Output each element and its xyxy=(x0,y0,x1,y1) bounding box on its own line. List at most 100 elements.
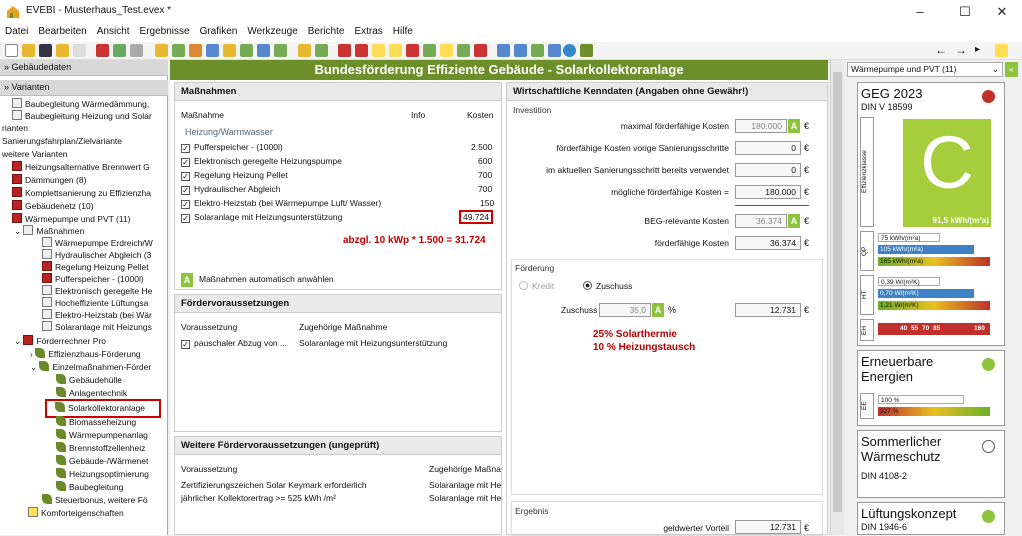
chevron-right-icon[interactable]: ▸ xyxy=(975,44,988,57)
minimize-button[interactable]: – xyxy=(900,2,940,22)
pipe-icon[interactable] xyxy=(274,44,287,57)
menu-datei[interactable]: Datei xyxy=(0,24,33,39)
new-file-icon[interactable] xyxy=(5,44,18,57)
menu-ergebnisse[interactable]: Ergebnisse xyxy=(135,24,195,39)
plus-icon[interactable] xyxy=(423,44,436,57)
tree-item-brennstoffzelle[interactable]: Brennstoffzellenheiz xyxy=(56,442,145,454)
verwendet-field[interactable]: 0 xyxy=(735,163,801,177)
menu-berichte[interactable]: Berichte xyxy=(303,24,350,39)
massnahme-row[interactable]: ✓ Elektronisch geregelte Heizungspumpe xyxy=(181,156,342,167)
window-icon[interactable] xyxy=(206,44,219,57)
tree-item-steuerbonus[interactable]: Steuerbonus, weitere Fö xyxy=(42,494,148,506)
print-icon[interactable] xyxy=(514,44,527,57)
auto-select-label[interactable]: Maßnahmen automatisch anwählen xyxy=(199,274,334,284)
menu-ansicht[interactable]: Ansicht xyxy=(92,24,135,39)
collapse-icon[interactable]: « xyxy=(1005,62,1018,77)
tree-item-biomasse[interactable]: Biomasseheizung xyxy=(56,416,136,428)
arrow-forward-icon[interactable]: → xyxy=(955,44,968,57)
lamp-icon[interactable] xyxy=(372,44,385,57)
save-icon[interactable] xyxy=(39,44,52,57)
open-folder-icon[interactable] xyxy=(22,44,35,57)
massnahme-row[interactable]: ✓ Solaranlage mit Heizungsunterstützung xyxy=(181,212,342,223)
bag-icon[interactable] xyxy=(474,44,487,57)
help-icon[interactable] xyxy=(563,44,576,57)
tree-item-gebaeudenetz[interactable]: Gebäudenetz (10) xyxy=(12,200,94,212)
arrow-left-icon[interactable] xyxy=(389,44,402,57)
heat-icon[interactable] xyxy=(338,44,351,57)
tree-item-pufferspeicher[interactable]: Pufferspeicher - (1000l) xyxy=(42,273,144,285)
tree-item-heizstab[interactable]: Elektro-Heizstab (bei Wär xyxy=(42,309,152,321)
max-kosten-auto-icon[interactable]: A xyxy=(788,119,800,133)
tree-item-weitere-varianten[interactable]: weitere Varianten xyxy=(2,148,68,160)
massnahme-row[interactable]: ✓ Hydraulischer Abgleich xyxy=(181,184,280,195)
tree-item-baubegleitung-heizung[interactable]: Baubegleitung Heizung und Solar xyxy=(12,110,152,122)
zuschuss-radio[interactable]: Zuschuss xyxy=(583,281,632,291)
cost-solaranlage-input[interactable]: 49.724 xyxy=(459,210,493,224)
massnahme-row[interactable]: ✓ Regelung Heizung Pellet xyxy=(181,170,288,181)
foerder-row[interactable]: ✓ pauschaler Abzug von ... xyxy=(181,338,287,349)
maximize-button[interactable]: ☐ xyxy=(945,2,985,22)
menu-grafiken[interactable]: Grafiken xyxy=(195,24,243,39)
tree-item-einzelmassnahmen[interactable]: ⌄ Einzelmaßnahmen-Förder xyxy=(30,361,151,373)
menu-extras[interactable]: Extras xyxy=(349,24,387,39)
scroll-thumb[interactable] xyxy=(833,72,842,512)
beg-field[interactable]: 36.374 xyxy=(735,214,787,228)
folder-icon[interactable] xyxy=(56,44,69,57)
tag-icon[interactable] xyxy=(355,44,368,57)
calc-icon[interactable] xyxy=(155,44,168,57)
tree-item-effizienzhaus[interactable]: › Effizienzhaus-Förderung xyxy=(30,348,141,360)
table-icon[interactable] xyxy=(531,44,544,57)
tree-item-varianten[interactable]: rianten xyxy=(2,122,28,134)
tree-item-heizungsoptimierung[interactable]: Heizungsoptimierung xyxy=(56,468,149,480)
close-button[interactable]: ✕ xyxy=(982,2,1022,22)
building-icon[interactable] xyxy=(172,44,185,57)
wall-icon[interactable] xyxy=(189,44,202,57)
redo-icon[interactable] xyxy=(113,44,126,57)
tree-item-heizungsalternative[interactable]: Heizungsalternative Brennwert G xyxy=(12,161,150,173)
auto-select-icon[interactable]: A xyxy=(181,273,193,287)
undo-icon[interactable] xyxy=(96,44,109,57)
max-kosten-field[interactable]: 180.000 xyxy=(735,119,787,133)
sun-icon[interactable] xyxy=(298,44,311,57)
tree-item-daemmungen[interactable]: Dämmungen (8) xyxy=(12,174,86,186)
menu-hilfe[interactable]: Hilfe xyxy=(388,24,418,39)
gebaeudedaten-header[interactable]: » Gebäudedaten xyxy=(0,60,168,76)
tree-item-waermenetz[interactable]: Gebäude-/Wärmenet xyxy=(56,455,148,467)
menu-bearbeiten[interactable]: Bearbeiten xyxy=(33,24,91,39)
export-icon[interactable] xyxy=(548,44,561,57)
tree-item-waermepumpe-pvt[interactable]: Wärmepumpe und PVT (11) xyxy=(12,213,131,225)
tree-item-solarkollektoranlage[interactable]: Solarkollektoranlage xyxy=(45,399,161,418)
kredit-radio[interactable]: Kredit xyxy=(519,281,554,291)
tree-item-hydraulischer[interactable]: Hydraulischer Abgleich (3 xyxy=(42,249,151,261)
center-scrollbar[interactable] xyxy=(830,60,844,535)
varianten-header[interactable]: » Varianten xyxy=(0,80,168,96)
tree-item-anlagentechnik[interactable]: Anlagentechnik xyxy=(56,387,127,399)
evebi-icon[interactable] xyxy=(580,44,593,57)
refresh-icon[interactable] xyxy=(130,44,143,57)
tree-item-regelung[interactable]: Regelung Heizung Pellet xyxy=(42,261,149,273)
bolt-icon[interactable] xyxy=(440,44,453,57)
grid-icon[interactable] xyxy=(73,44,86,57)
vorige-field[interactable]: 0 xyxy=(735,141,801,155)
tree-item-baubegleitung-waerme[interactable]: Baubegleitung Wärmedämmung, xyxy=(12,98,149,110)
zuschuss-pct-field[interactable]: 35,0 xyxy=(599,303,651,317)
tree-item-elektronisch[interactable]: Elektronisch geregelte He xyxy=(42,285,152,297)
dots-icon[interactable] xyxy=(406,44,419,57)
diagram-icon[interactable] xyxy=(995,44,1008,57)
tree-item-baubegleitung[interactable]: Baubegleitung xyxy=(56,481,123,493)
massnahme-row[interactable]: ✓ Elektro-Heizstab (bei Wärmepumpe Luft/ … xyxy=(181,198,381,209)
tree-item-waermepumpenanlage[interactable]: Wärmepumpenanlag xyxy=(56,429,148,441)
menu-werkzeuge[interactable]: Werkzeuge xyxy=(242,24,302,39)
tree-item-foerderrechner[interactable]: ⌄ Förderrechner Pro xyxy=(14,335,106,347)
tree-item-solaranlage[interactable]: Solaranlage mit Heizungs xyxy=(42,321,152,333)
sum-icon[interactable] xyxy=(223,44,236,57)
tree-item-lueftung[interactable]: Hocheffiziente Lüftungsa xyxy=(42,297,148,309)
tree-item-komfort[interactable]: Komforteigenschaften xyxy=(28,507,124,519)
tree-item-sanierungsfahrplan[interactable]: Sanierungsfahrplan/Zielvariante xyxy=(2,135,122,147)
tree-item-wp-erdreich[interactable]: Wärmepumpe Erdreich/W xyxy=(42,237,153,249)
arrow-back-icon[interactable]: ← xyxy=(935,44,948,57)
report-icon[interactable] xyxy=(497,44,510,57)
beg-auto-icon[interactable]: A xyxy=(788,214,800,228)
tree-item-massnahmen[interactable]: ⌄ Maßnahmen xyxy=(14,225,84,237)
tree-item-gebaeudehuelle[interactable]: Gebäudehülle xyxy=(56,374,122,386)
